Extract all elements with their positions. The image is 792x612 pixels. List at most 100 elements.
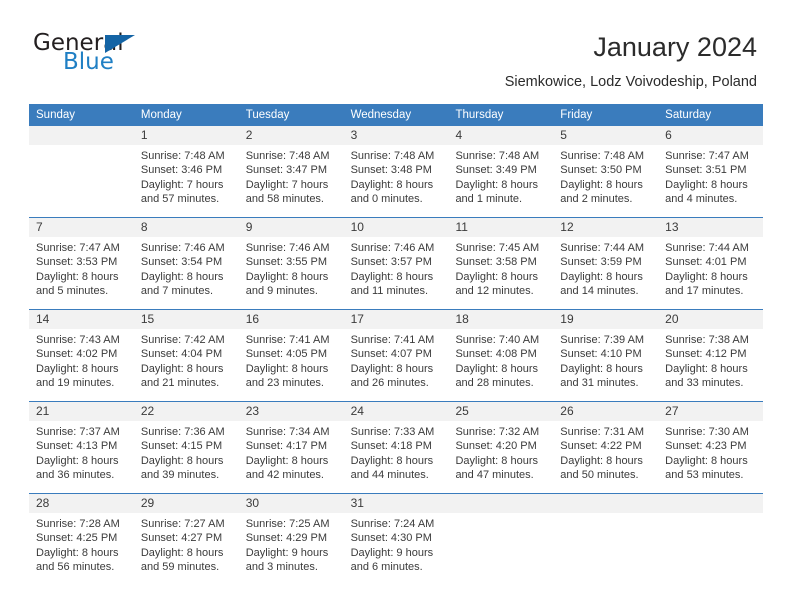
day-number[interactable]: 16 — [239, 310, 344, 329]
daylight-text: Daylight: 8 hours — [560, 270, 643, 283]
sunrise-text: Sunrise: 7:41 AM — [350, 334, 435, 346]
day-number[interactable]: 28 — [29, 494, 134, 513]
day-cell[interactable]: Sunrise: 7:28 AM Sunset: 4:25 PM Daylight:… — [29, 513, 134, 585]
day-number[interactable]: 5 — [553, 126, 658, 145]
day-number[interactable]: 12 — [553, 218, 658, 237]
calendar-page: General Blue January 2024 Siemkowice, Lo… — [0, 0, 792, 612]
day-number[interactable]: 24 — [344, 402, 449, 421]
day-cell[interactable]: Sunrise: 7:25 AM Sunset: 4:29 PM Daylight:… — [239, 513, 344, 585]
calendar-week-row: 14 15 16 17 18 19 20 Sunrise: 7:43 AM Sunset: 4:… — [29, 310, 763, 402]
day-number[interactable]: 15 — [134, 310, 239, 329]
sunrise-text: Sunrise: 7:30 AM — [665, 426, 749, 438]
day-number[interactable]: 25 — [448, 402, 553, 421]
day-number[interactable]: 2 — [239, 126, 344, 145]
daylight-text: Daylight: 8 hours — [140, 454, 224, 467]
day-cell[interactable]: Sunrise: 7:27 AM Sunset: 4:27 PM Daylight:… — [134, 513, 239, 585]
day-number[interactable]: 14 — [29, 310, 134, 329]
day-cell[interactable]: Sunrise: 7:44 AM Sunset: 3:59 PM Daylight:… — [553, 237, 658, 309]
day-number-empty — [658, 494, 763, 513]
day-number[interactable]: 27 — [658, 402, 763, 421]
sunrise-text: Sunrise: 7:48 AM — [560, 150, 645, 162]
day-cell[interactable]: Sunrise: 7:43 AM Sunset: 4:02 PM Daylight:… — [29, 329, 134, 401]
day-cell[interactable]: Sunrise: 7:46 AM Sunset: 3:54 PM Daylight:… — [134, 237, 239, 309]
sunset-text: Sunset: 4:29 PM — [245, 532, 328, 545]
daylight-text-cont: and 44 minutes. — [350, 469, 429, 482]
sunset-text: Sunset: 4:07 PM — [350, 348, 432, 361]
day-cell[interactable]: Sunrise: 7:38 AM Sunset: 4:12 PM Daylight:… — [658, 329, 763, 401]
day-number[interactable]: 1 — [134, 126, 239, 145]
day-number[interactable]: 13 — [658, 218, 763, 237]
day-cell-empty — [29, 145, 134, 217]
day-number-row: 21 22 23 24 25 26 27 — [29, 402, 763, 421]
day-cell[interactable]: Sunrise: 7:48 AM Sunset: 3:48 PM Daylight:… — [344, 145, 449, 217]
day-number[interactable]: 10 — [344, 218, 449, 237]
day-cell[interactable]: Sunrise: 7:34 AM Sunset: 4:17 PM Daylight:… — [239, 421, 344, 493]
day-cell[interactable]: Sunrise: 7:24 AM Sunset: 4:30 PM Daylight:… — [344, 513, 449, 585]
day-cell[interactable]: Sunrise: 7:37 AM Sunset: 4:13 PM Daylight:… — [29, 421, 134, 493]
day-cell[interactable]: Sunrise: 7:44 AM Sunset: 4:01 PM Daylight:… — [658, 237, 763, 309]
day-number[interactable]: 29 — [134, 494, 239, 513]
page-title: January 2024 — [593, 32, 757, 62]
daylight-text-cont: and 53 minutes. — [665, 469, 744, 482]
day-cell[interactable]: Sunrise: 7:33 AM Sunset: 4:18 PM Daylight:… — [344, 421, 449, 493]
day-cell[interactable]: Sunrise: 7:41 AM Sunset: 4:07 PM Daylight:… — [344, 329, 449, 401]
day-cell[interactable]: Sunrise: 7:31 AM Sunset: 4:22 PM Daylight:… — [553, 421, 658, 493]
sunrise-text: Sunrise: 7:46 AM — [350, 242, 435, 254]
day-cell[interactable]: Sunrise: 7:40 AM Sunset: 4:08 PM Daylight:… — [448, 329, 553, 401]
day-number[interactable]: 30 — [239, 494, 344, 513]
day-cell[interactable]: Sunrise: 7:48 AM Sunset: 3:47 PM Daylight:… — [239, 145, 344, 217]
day-number[interactable]: 21 — [29, 402, 134, 421]
day-number[interactable]: 11 — [448, 218, 553, 237]
sunset-text: Sunset: 4:05 PM — [245, 348, 328, 361]
sunset-text: Sunset: 3:48 PM — [350, 164, 432, 177]
day-number[interactable]: 6 — [658, 126, 763, 145]
day-cell[interactable]: Sunrise: 7:46 AM Sunset: 3:55 PM Daylight:… — [239, 237, 344, 309]
day-number-empty — [448, 494, 553, 513]
day-cell[interactable]: Sunrise: 7:32 AM Sunset: 4:20 PM Daylight:… — [448, 421, 553, 493]
day-cell[interactable]: Sunrise: 7:42 AM Sunset: 4:04 PM Daylight:… — [134, 329, 239, 401]
day-cell[interactable]: Sunrise: 7:45 AM Sunset: 3:58 PM Daylight:… — [448, 237, 553, 309]
sunset-text: Sunset: 4:20 PM — [455, 440, 537, 453]
day-cell[interactable]: Sunrise: 7:47 AM Sunset: 3:53 PM Daylight:… — [29, 237, 134, 309]
day-cell[interactable]: Sunrise: 7:36 AM Sunset: 4:15 PM Daylight:… — [134, 421, 239, 493]
day-number[interactable]: 20 — [658, 310, 763, 329]
day-number[interactable]: 17 — [344, 310, 449, 329]
daylight-text: Daylight: 8 hours — [245, 362, 329, 375]
day-number[interactable]: 18 — [448, 310, 553, 329]
day-number[interactable]: 9 — [239, 218, 344, 237]
sunset-text: Sunset: 3:57 PM — [350, 256, 432, 269]
day-cell[interactable]: Sunrise: 7:48 AM Sunset: 3:49 PM Daylight:… — [448, 145, 553, 217]
daylight-text-cont: and 58 minutes. — [245, 193, 324, 206]
day-number-row: 123456 — [29, 126, 763, 145]
sunset-text: Sunset: 3:55 PM — [245, 256, 328, 269]
day-cell[interactable]: Sunrise: 7:39 AM Sunset: 4:10 PM Daylight:… — [553, 329, 658, 401]
day-number[interactable]: 22 — [134, 402, 239, 421]
day-cell[interactable]: Sunrise: 7:46 AM Sunset: 3:57 PM Daylight:… — [344, 237, 449, 309]
day-cell[interactable]: Sunrise: 7:48 AM Sunset: 3:46 PM Daylight:… — [134, 145, 239, 217]
daylight-text: Daylight: 8 hours — [245, 454, 329, 467]
day-number[interactable]: 3 — [344, 126, 449, 145]
day-number[interactable]: 26 — [553, 402, 658, 421]
daylight-text: Daylight: 7 hours — [245, 178, 329, 191]
day-cell[interactable]: Sunrise: 7:47 AM Sunset: 3:51 PM Daylight:… — [658, 145, 763, 217]
day-number-empty — [29, 126, 134, 145]
day-number[interactable]: 19 — [553, 310, 658, 329]
day-number[interactable]: 31 — [344, 494, 449, 513]
brand-logo[interactable]: General Blue — [33, 30, 233, 86]
daylight-text: Daylight: 8 hours — [36, 546, 119, 559]
day-number[interactable]: 4 — [448, 126, 553, 145]
sunrise-text: Sunrise: 7:25 AM — [245, 518, 330, 530]
sunset-text: Sunset: 4:01 PM — [665, 256, 747, 269]
day-number[interactable]: 23 — [239, 402, 344, 421]
sunset-text: Sunset: 3:51 PM — [665, 164, 747, 177]
day-number[interactable]: 8 — [134, 218, 239, 237]
daylight-text: Daylight: 8 hours — [455, 454, 538, 467]
weekday-header-sunday: Sunday — [36, 109, 76, 121]
day-cell[interactable]: Sunrise: 7:30 AM Sunset: 4:23 PM Daylight:… — [658, 421, 763, 493]
day-number[interactable]: 7 — [29, 218, 134, 237]
sunrise-text: Sunrise: 7:33 AM — [350, 426, 435, 438]
daylight-text-cont: and 26 minutes. — [350, 377, 429, 390]
day-cell[interactable]: Sunrise: 7:48 AM Sunset: 3:50 PM Daylight:… — [553, 145, 658, 217]
daylight-text: Daylight: 9 hours — [350, 546, 434, 559]
day-cell[interactable]: Sunrise: 7:41 AM Sunset: 4:05 PM Daylight:… — [239, 329, 344, 401]
